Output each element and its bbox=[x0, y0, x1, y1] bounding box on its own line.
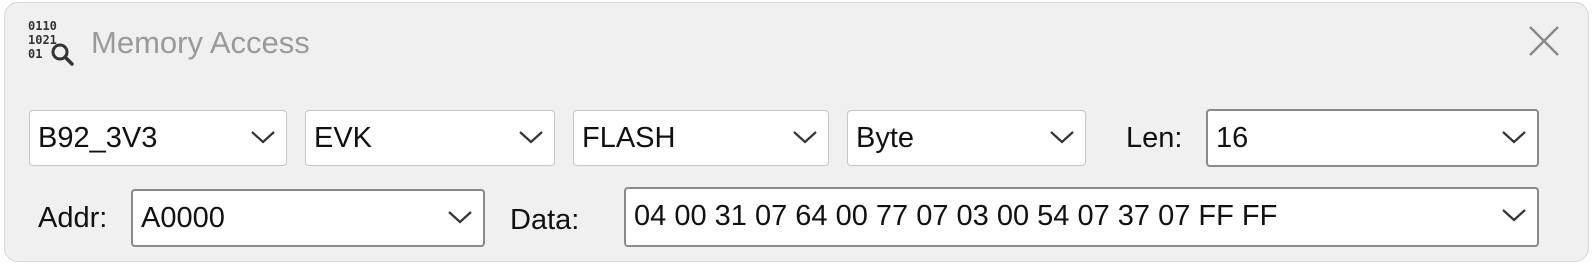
close-icon[interactable] bbox=[1522, 19, 1566, 63]
len-combo-value: 16 bbox=[1216, 122, 1249, 154]
data-label: Data: bbox=[510, 204, 580, 236]
board-select[interactable]: EVK bbox=[305, 110, 555, 166]
access-width-select[interactable]: Byte bbox=[847, 110, 1086, 166]
svg-text:01: 01 bbox=[28, 47, 42, 61]
chevron-down-icon bbox=[448, 211, 472, 224]
chevron-down-icon bbox=[793, 131, 817, 144]
device-select-value: B92_3V3 bbox=[38, 122, 158, 154]
board-select-value: EVK bbox=[314, 122, 373, 154]
chevron-down-icon bbox=[1502, 209, 1526, 222]
addr-combo-value: A0000 bbox=[141, 202, 225, 234]
title-bar: 0110 1021 01 Memory Access bbox=[5, 3, 1588, 87]
access-width-select-value: Byte bbox=[856, 122, 915, 154]
data-combo-value: 04 00 31 07 64 00 77 07 03 00 54 07 37 0… bbox=[634, 200, 1278, 232]
window-title: Memory Access bbox=[91, 25, 310, 60]
binary-search-icon: 0110 1021 01 bbox=[28, 19, 74, 66]
addr-label: Addr: bbox=[38, 202, 108, 234]
addr-combo[interactable]: A0000 bbox=[131, 189, 485, 247]
svg-text:0110: 0110 bbox=[28, 19, 57, 33]
len-label: Len: bbox=[1126, 122, 1183, 154]
data-combo[interactable]: 04 00 31 07 64 00 77 07 03 00 54 07 37 0… bbox=[624, 187, 1539, 247]
memory-access-window: 0110 1021 01 Memory Access B92_3V3 EVK F… bbox=[4, 2, 1589, 262]
chevron-down-icon bbox=[1050, 131, 1074, 144]
memory-type-select-value: FLASH bbox=[582, 122, 676, 154]
memory-type-select[interactable]: FLASH bbox=[573, 110, 829, 166]
chevron-down-icon bbox=[519, 131, 543, 144]
chevron-down-icon bbox=[251, 131, 275, 144]
svg-text:1021: 1021 bbox=[28, 33, 57, 47]
device-select[interactable]: B92_3V3 bbox=[29, 110, 287, 166]
len-combo[interactable]: 16 bbox=[1206, 109, 1539, 167]
chevron-down-icon bbox=[1502, 131, 1526, 144]
